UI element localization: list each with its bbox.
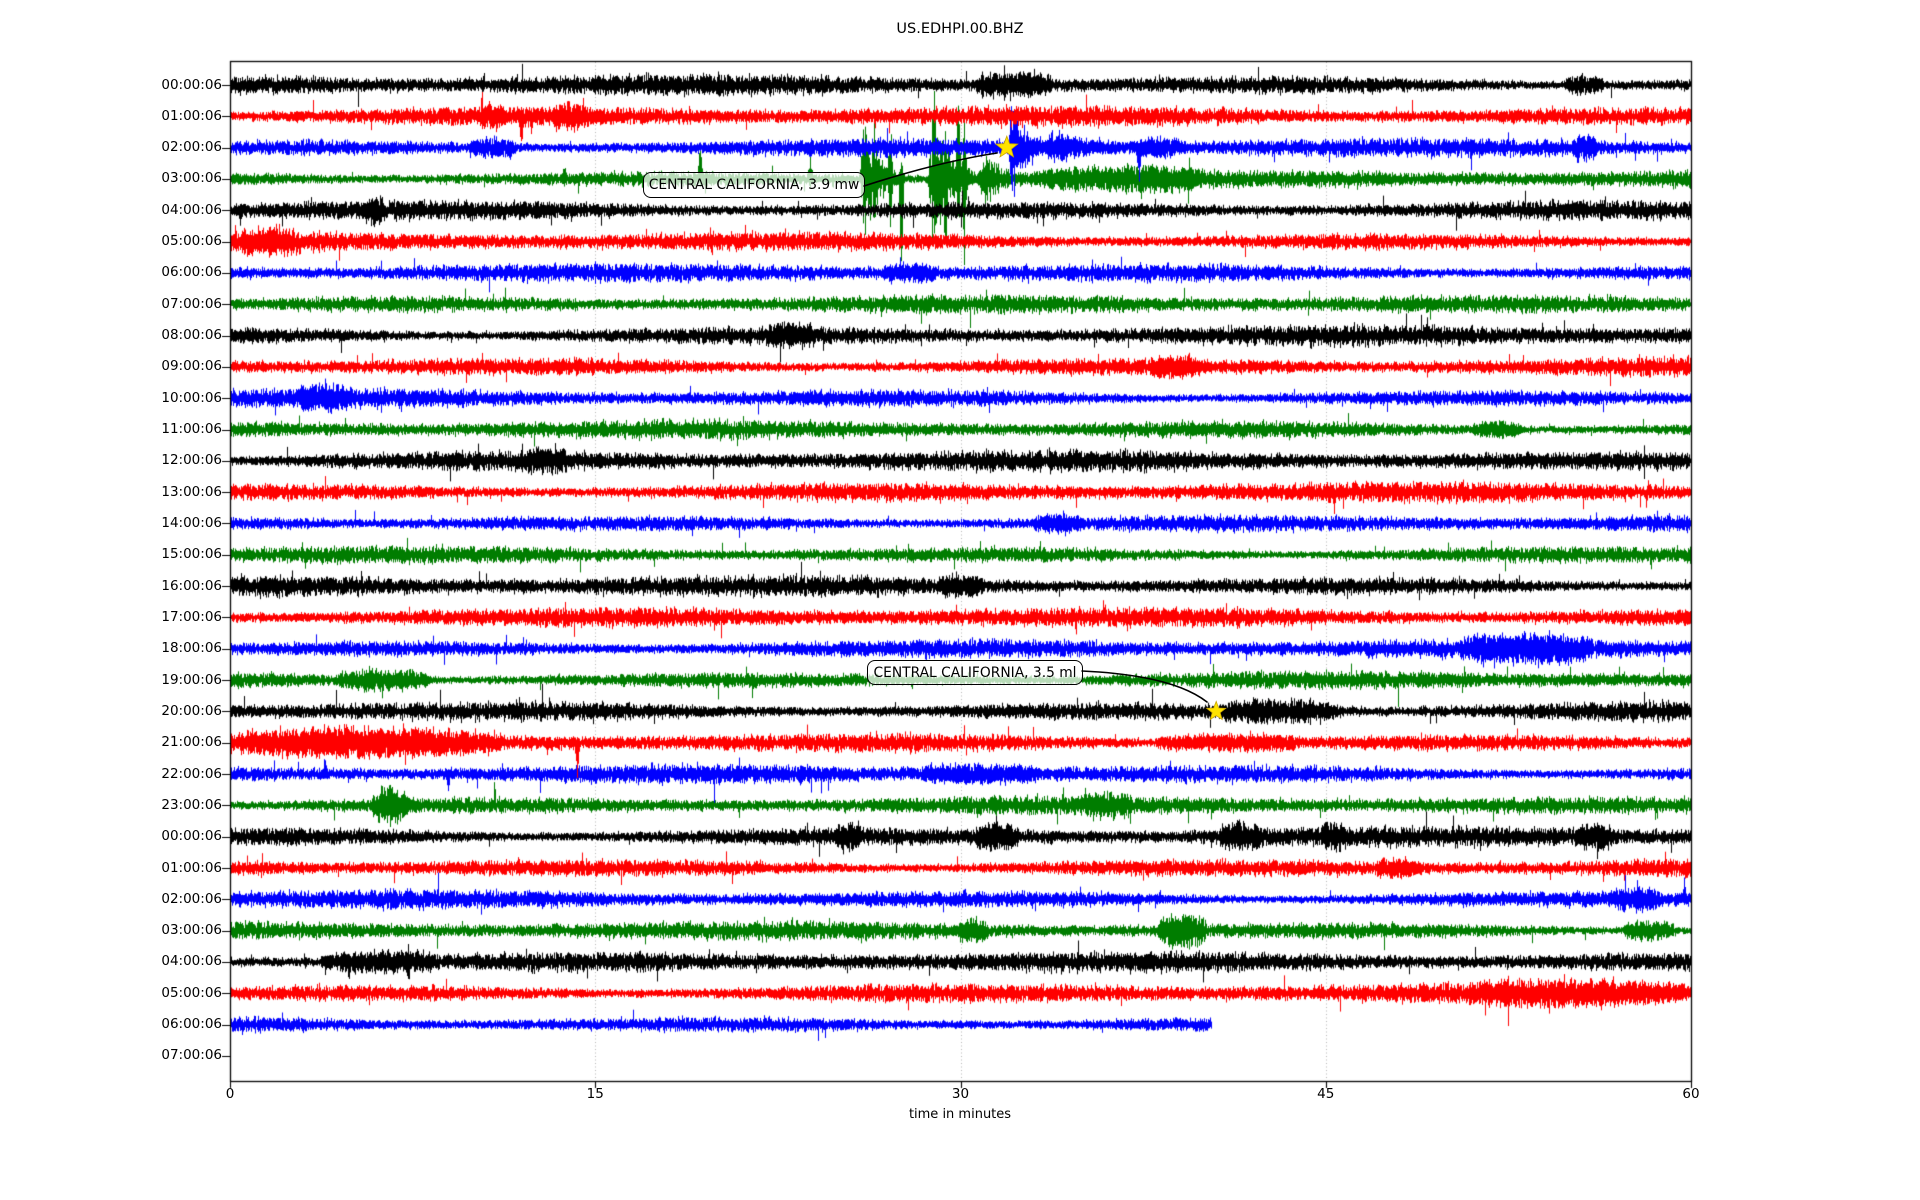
event-star-marker bbox=[1205, 700, 1227, 721]
annotation-leader-line bbox=[863, 152, 998, 187]
event-star-marker bbox=[994, 134, 1019, 158]
annotation-overlay bbox=[863, 134, 1227, 721]
helicorder-figure: US.EDHPI.00.BHZ 00:00:0601:00:0602:00:06… bbox=[0, 0, 1920, 1200]
annotation-leader-line bbox=[1081, 670, 1208, 703]
